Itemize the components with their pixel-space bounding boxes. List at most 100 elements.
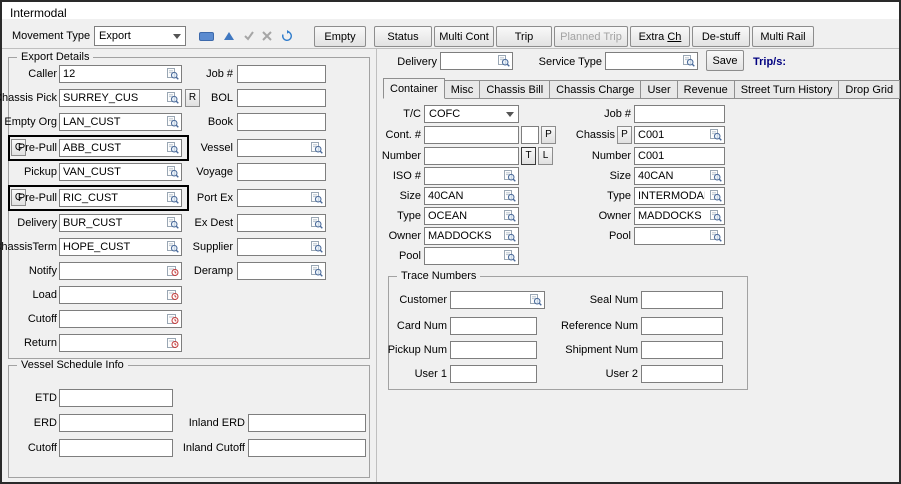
bol-input[interactable] — [238, 90, 325, 106]
erd-input[interactable] — [60, 415, 172, 431]
notify-datetime-button[interactable] — [165, 263, 181, 279]
empty-button[interactable]: Empty — [314, 26, 366, 47]
ex-dest-input[interactable] — [238, 215, 309, 231]
delivery-lookup-button[interactable] — [165, 215, 181, 231]
chassis-pool-input[interactable] — [635, 228, 708, 244]
tab-user[interactable]: User — [640, 80, 677, 99]
etd-input[interactable] — [60, 390, 172, 406]
supplier-input[interactable] — [238, 239, 309, 255]
cancel-button[interactable] — [258, 26, 276, 46]
port-ex-lookup-button[interactable] — [309, 190, 325, 206]
move-up-button[interactable] — [220, 26, 238, 46]
tab-container[interactable]: Container — [383, 78, 445, 99]
customer-input[interactable] — [451, 292, 528, 308]
container-t-button[interactable]: T — [521, 147, 536, 165]
container-owner-input[interactable] — [425, 228, 502, 244]
de-stuff-button[interactable]: De-stuff — [692, 26, 750, 47]
multi-cont-button[interactable]: Multi Cont — [434, 26, 494, 47]
empty-org-lookup-button[interactable] — [165, 114, 181, 130]
cutoff-input[interactable] — [60, 311, 165, 327]
supplier-lookup-button[interactable] — [309, 239, 325, 255]
delivery-input[interactable] — [60, 215, 165, 231]
user-2-input[interactable] — [642, 366, 722, 382]
refresh-button[interactable] — [276, 26, 298, 46]
voyage-input[interactable] — [238, 164, 325, 180]
port-ex-input[interactable] — [238, 190, 309, 206]
cont-number-input[interactable] — [425, 127, 518, 143]
save-button[interactable]: Save — [706, 50, 744, 71]
caller-input[interactable] — [60, 66, 165, 82]
blue-box-button[interactable] — [194, 26, 218, 46]
right-delivery-input[interactable] — [441, 53, 496, 69]
confirm-button[interactable] — [240, 26, 258, 46]
container-l-button[interactable]: L — [538, 147, 553, 165]
job-number-input[interactable] — [238, 66, 325, 82]
vessel-lookup-button[interactable] — [309, 140, 325, 156]
pickup-input[interactable] — [60, 164, 165, 180]
container-owner-lookup-button[interactable] — [502, 228, 518, 244]
empty-org-input[interactable] — [60, 114, 165, 130]
iso-lookup-button[interactable] — [502, 168, 518, 184]
notify-input[interactable] — [60, 263, 165, 279]
load-datetime-button[interactable] — [165, 287, 181, 303]
cont-number-check-input[interactable] — [522, 127, 538, 143]
panel-splitter[interactable] — [376, 49, 377, 482]
tab-revenue[interactable]: Revenue — [677, 80, 735, 99]
chassis-job-input[interactable] — [635, 106, 724, 122]
chassis-pick-lookup-button[interactable] — [165, 90, 181, 106]
chassis-owner-input[interactable] — [635, 208, 708, 224]
tab-misc[interactable]: Misc — [444, 80, 481, 99]
return-datetime-button[interactable] — [165, 335, 181, 351]
service-type-input[interactable] — [606, 53, 681, 69]
pre-pull-2-lookup-button[interactable] — [165, 190, 181, 206]
tab-street-turn-history[interactable]: Street Turn History — [734, 80, 840, 99]
movement-type-select[interactable]: Export — [94, 26, 186, 46]
tab-chassis-charge[interactable]: Chassis Charge — [549, 80, 641, 99]
reference-num-input[interactable] — [642, 318, 722, 334]
inland-cutoff-input[interactable] — [249, 440, 365, 456]
shipment-num-input[interactable] — [642, 342, 722, 358]
right-delivery-lookup-button[interactable] — [496, 53, 512, 69]
chassis-input[interactable] — [635, 127, 708, 143]
pre-pull-1-input[interactable] — [60, 140, 165, 156]
container-pool-input[interactable] — [425, 248, 502, 264]
planned-trip-button[interactable]: Planned Trip — [554, 26, 628, 47]
user-1-input[interactable] — [451, 366, 536, 382]
container-type-input[interactable] — [425, 208, 502, 224]
seal-num-input[interactable] — [642, 292, 722, 308]
container-size-input[interactable] — [425, 188, 502, 204]
pickup-num-input[interactable] — [451, 342, 536, 358]
trip-button[interactable]: Trip — [496, 26, 552, 47]
vessel-cutoff-input[interactable] — [60, 440, 172, 456]
pre-pull-1-lookup-button[interactable] — [165, 140, 181, 156]
caller-lookup-button[interactable] — [165, 66, 181, 82]
chassis-p-button[interactable]: P — [617, 126, 632, 144]
ex-dest-lookup-button[interactable] — [309, 215, 325, 231]
container-size-lookup-button[interactable] — [502, 188, 518, 204]
container-number-input[interactable] — [425, 148, 518, 164]
deramp-lookup-button[interactable] — [309, 263, 325, 279]
pre-pull-2-input[interactable] — [60, 190, 165, 206]
chassis-type-lookup-button[interactable] — [708, 188, 724, 204]
card-num-input[interactable] — [451, 318, 536, 334]
container-pool-lookup-button[interactable] — [502, 248, 518, 264]
chassis-size-input[interactable] — [635, 168, 708, 184]
iso-input[interactable] — [425, 168, 502, 184]
chassis-pick-input[interactable] — [60, 90, 165, 106]
tab-chassis-bill[interactable]: Chassis Bill — [479, 80, 550, 99]
return-input[interactable] — [60, 335, 165, 351]
cutoff-datetime-button[interactable] — [165, 311, 181, 327]
chassis-size-lookup-button[interactable] — [708, 168, 724, 184]
cont-number-p-button[interactable]: P — [541, 126, 556, 144]
extra-ch-button[interactable]: Extra Ch — [630, 26, 690, 47]
tc-select[interactable]: COFC — [424, 105, 519, 123]
status-button[interactable]: Status — [374, 26, 432, 47]
chassis-number-input[interactable] — [635, 148, 724, 164]
multi-rail-button[interactable]: Multi Rail — [752, 26, 814, 47]
inland-erd-input[interactable] — [249, 415, 365, 431]
chassis-pool-lookup-button[interactable] — [708, 228, 724, 244]
pickup-lookup-button[interactable] — [165, 164, 181, 180]
load-input[interactable] — [60, 287, 165, 303]
service-type-lookup-button[interactable] — [681, 53, 697, 69]
vessel-input[interactable] — [238, 140, 309, 156]
